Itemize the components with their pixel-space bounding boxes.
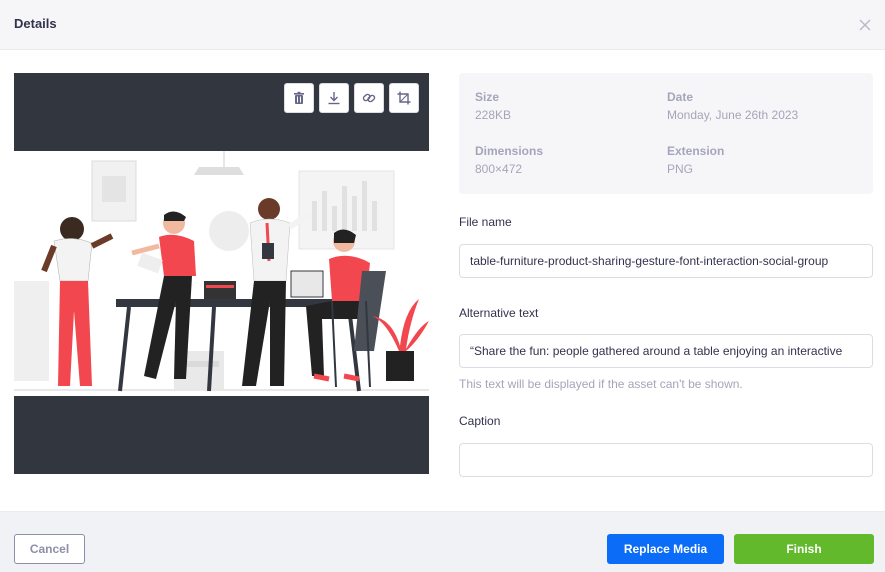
file-name-label: File name xyxy=(459,215,512,229)
close-icon[interactable] xyxy=(855,15,875,35)
media-preview xyxy=(14,73,429,474)
modal-header: Details xyxy=(0,0,885,50)
date-value: Monday, June 26th 2023 xyxy=(667,108,799,122)
alt-text-hint: This text will be displayed if the asset… xyxy=(459,377,743,391)
trash-icon[interactable] xyxy=(284,83,314,113)
alt-text-input[interactable] xyxy=(459,334,873,368)
preview-image xyxy=(14,151,429,396)
finish-button[interactable]: Finish xyxy=(734,534,874,564)
crop-icon[interactable] xyxy=(389,83,419,113)
preview-toolbar xyxy=(284,83,419,113)
replace-media-button[interactable]: Replace Media xyxy=(607,534,724,564)
size-value: 228KB xyxy=(475,108,512,122)
dimensions-label: Dimensions xyxy=(475,144,544,158)
caption-label: Caption xyxy=(459,414,501,428)
date-label: Date xyxy=(667,90,694,104)
alt-text-label: Alternative text xyxy=(459,306,539,320)
dimensions-value: 800×472 xyxy=(475,162,523,176)
asset-metadata: Size 228KB Date Monday, June 26th 2023 D… xyxy=(459,73,873,194)
modal-title: Details xyxy=(14,16,57,31)
download-icon[interactable] xyxy=(319,83,349,113)
link-icon[interactable] xyxy=(354,83,384,113)
file-name-input[interactable] xyxy=(459,244,873,278)
caption-input[interactable] xyxy=(459,443,873,477)
extension-label: Extension xyxy=(667,144,725,158)
modal-footer: Cancel Replace Media Finish xyxy=(0,511,885,572)
size-label: Size xyxy=(475,90,500,104)
cancel-button[interactable]: Cancel xyxy=(14,534,85,564)
extension-value: PNG xyxy=(667,162,694,176)
